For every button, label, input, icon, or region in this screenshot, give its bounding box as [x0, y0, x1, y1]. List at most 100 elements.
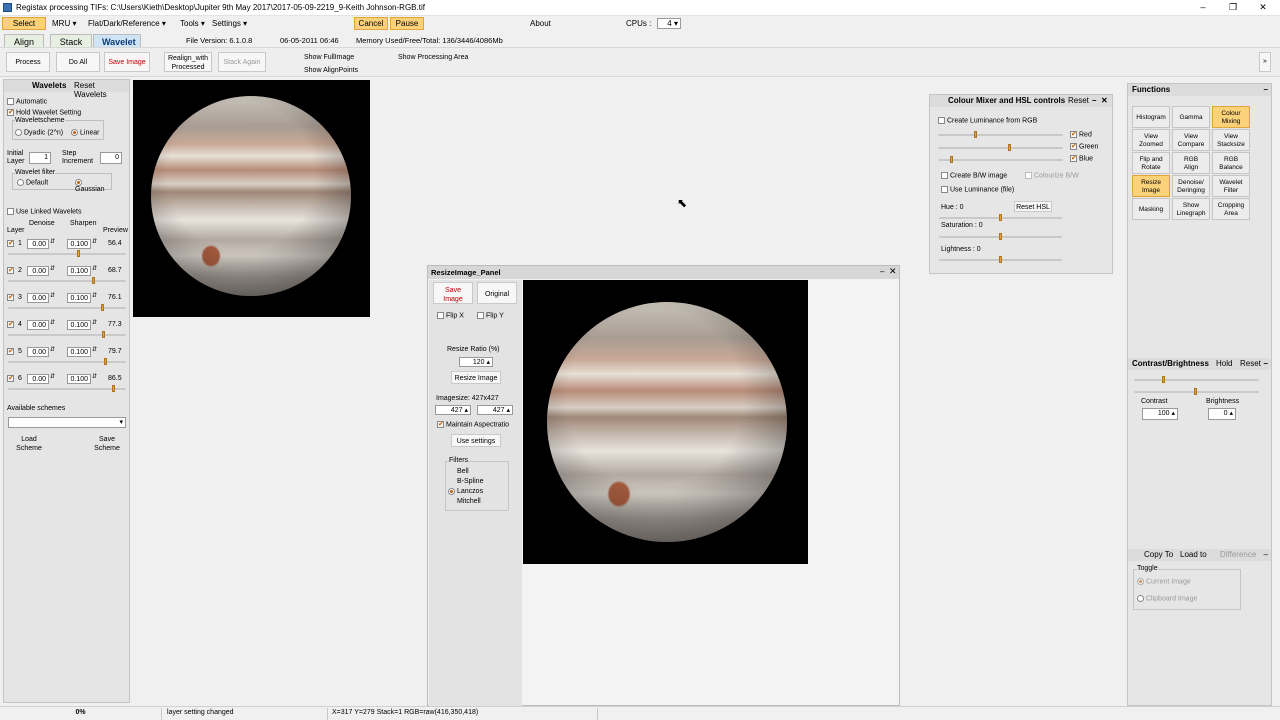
copyto-minimize-icon[interactable]: – [1264, 550, 1268, 559]
linked-wavelets-checkbox[interactable]: Use Linked Wavelets [7, 208, 82, 215]
load-to-tab[interactable]: Load to [1180, 550, 1207, 559]
denoise-arrows-icon[interactable]: ⇵ [50, 238, 55, 245]
sharpen-arrows-icon[interactable]: ⇵ [92, 238, 97, 245]
function-button-rgb-align[interactable]: RGB Align [1172, 152, 1210, 174]
show-processing-area-toggle[interactable]: Show Processing Area [398, 54, 468, 61]
tools-menu[interactable]: Tools ▾ [180, 19, 205, 28]
function-button-gamma[interactable]: Gamma [1172, 106, 1210, 128]
saturation-slider[interactable] [939, 233, 1062, 240]
layer-enable-check-icon[interactable] [7, 293, 14, 301]
tab-wavelet[interactable]: Wavelet [93, 34, 141, 47]
function-button-show-linegraph[interactable]: Show Linegraph [1172, 198, 1210, 220]
maintain-aspect-checkbox[interactable]: Maintain Aspectratio [437, 420, 509, 428]
hue-slider[interactable] [939, 214, 1062, 221]
filter-option-bell[interactable]: Bell [448, 467, 483, 477]
resize-ratio-spinner[interactable]: 120 ▴ [459, 357, 493, 367]
layer-slider-thumb[interactable] [112, 385, 115, 392]
layer-enable-check-icon[interactable] [7, 266, 14, 274]
function-button-view-zoomed[interactable]: View Zoomed [1132, 129, 1170, 151]
sharpen-spinner[interactable]: 0.100 [67, 293, 91, 303]
mixer-minimize-icon[interactable]: – [1092, 96, 1096, 105]
main-image[interactable] [133, 80, 370, 317]
saturation-thumb[interactable] [999, 233, 1002, 240]
flat-dark-reference-menu[interactable]: Flat/Dark/Reference ▾ [88, 19, 166, 28]
lightness-slider[interactable] [939, 256, 1062, 263]
layer-slider[interactable] [8, 358, 126, 365]
layer-slider[interactable] [8, 277, 126, 284]
layer-enable-check-icon[interactable] [7, 320, 14, 328]
step-increment-spinner[interactable]: 0 [100, 152, 122, 164]
use-luminance-checkbox[interactable]: Use Luminance (file) [941, 186, 1014, 193]
sharpen-arrows-icon[interactable]: ⇵ [92, 292, 97, 299]
select-menu[interactable]: Select [2, 17, 46, 30]
denoise-spinner[interactable]: 0.00 [27, 239, 49, 249]
function-button-flip-and-rotate[interactable]: Flip and Rotate [1132, 152, 1170, 174]
do-all-button[interactable]: Do All [56, 52, 100, 72]
denoise-arrows-icon[interactable]: ⇵ [50, 346, 55, 353]
create-luminance-checkbox[interactable]: Create Luminance from RGB [938, 117, 1037, 124]
resized-image[interactable] [523, 280, 808, 564]
sharpen-arrows-icon[interactable]: ⇵ [92, 346, 97, 353]
layer-slider[interactable] [8, 250, 126, 257]
blue-slider[interactable] [938, 156, 1063, 163]
default-radio[interactable]: Default [17, 179, 48, 186]
denoise-arrows-icon[interactable]: ⇵ [50, 265, 55, 272]
gaussian-radio[interactable]: Gaussian [75, 179, 111, 193]
denoise-spinner[interactable]: 0.00 [27, 266, 49, 276]
dyadic-radio[interactable]: Dyadic (2^n) [15, 129, 63, 136]
bw-image-checkbox[interactable]: Create B/W image [941, 172, 1007, 179]
layer-slider[interactable] [8, 385, 126, 392]
pause-button[interactable]: Pause [390, 17, 424, 30]
filter-option-b-spline[interactable]: B-Spline [448, 477, 483, 487]
show-full-image-toggle[interactable]: Show FullImage [304, 54, 354, 61]
layer-enable-check-icon[interactable] [7, 347, 14, 355]
reset-hsl-button[interactable]: Reset HSL [1014, 201, 1052, 212]
layer-slider-thumb[interactable] [102, 331, 105, 338]
resize-minimize-icon[interactable]: – [880, 267, 884, 276]
close-icon[interactable]: ✕ [1256, 2, 1270, 13]
sharpen-spinner[interactable]: 0.100 [67, 374, 91, 384]
function-button-denoise-deringing[interactable]: Denoise/Deringing [1172, 175, 1210, 197]
denoise-spinner[interactable]: 0.00 [27, 293, 49, 303]
sharpen-spinner[interactable]: 0.100 [67, 347, 91, 357]
lightness-thumb[interactable] [999, 256, 1002, 263]
save-image-button[interactable]: Save Image [104, 52, 150, 72]
function-button-masking[interactable]: Masking [1132, 198, 1170, 220]
function-button-colour-mixing[interactable]: Colour Mixing [1212, 106, 1250, 128]
load-scheme-button[interactable]: Load Scheme [8, 433, 50, 453]
maximize-icon[interactable]: ❐ [1226, 2, 1240, 13]
use-settings-button[interactable]: Use settings [451, 434, 501, 447]
sharpen-spinner[interactable]: 0.100 [67, 266, 91, 276]
copy-to-tab[interactable]: Copy To [1144, 550, 1173, 559]
reset-wavelets-button[interactable]: Reset Wavelets [74, 81, 129, 99]
automatic-checkbox[interactable]: Automatic [7, 98, 47, 105]
flip-y-checkbox[interactable]: Flip Y [477, 312, 504, 319]
denoise-arrows-icon[interactable]: ⇵ [50, 292, 55, 299]
colourize-checkbox[interactable]: Colourize B/W [1025, 172, 1079, 179]
filter-option-mitchell[interactable]: Mitchell [448, 497, 483, 507]
layer-enable-check-icon[interactable] [7, 239, 14, 247]
mixer-close-icon[interactable]: ✕ [1101, 96, 1108, 105]
sharpen-arrows-icon[interactable]: ⇵ [92, 373, 97, 380]
filter-option-lanczos[interactable]: Lanczos [448, 487, 483, 497]
function-button-cropping-area[interactable]: Cropping Area [1212, 198, 1250, 220]
blue-checkbox[interactable]: Blue [1070, 154, 1093, 162]
resize-close-icon[interactable]: ✕ [889, 266, 897, 277]
green-thumb[interactable] [1008, 144, 1011, 151]
stack-again-button[interactable]: Stack Again [218, 52, 266, 72]
contrast-minimize-icon[interactable]: – [1264, 359, 1268, 368]
hue-thumb[interactable] [999, 214, 1002, 221]
function-button-view-compare[interactable]: View Compare [1172, 129, 1210, 151]
red-slider[interactable] [938, 131, 1063, 138]
layer-enable-check-icon[interactable] [7, 374, 14, 382]
tab-align[interactable]: Align [4, 34, 44, 47]
function-button-rgb-balance[interactable]: RGB Balance [1212, 152, 1250, 174]
red-thumb[interactable] [974, 131, 977, 138]
cancel-button[interactable]: Cancel [354, 17, 388, 30]
denoise-arrows-icon[interactable]: ⇵ [50, 319, 55, 326]
initial-layer-spinner[interactable]: 1 [29, 152, 51, 164]
available-schemes-select[interactable]: ▾ [8, 417, 126, 428]
contrast-spinner[interactable]: 100 ▴ [1142, 408, 1178, 420]
about-menu[interactable]: About [530, 19, 551, 28]
difference-tab[interactable]: Difference [1220, 550, 1256, 559]
